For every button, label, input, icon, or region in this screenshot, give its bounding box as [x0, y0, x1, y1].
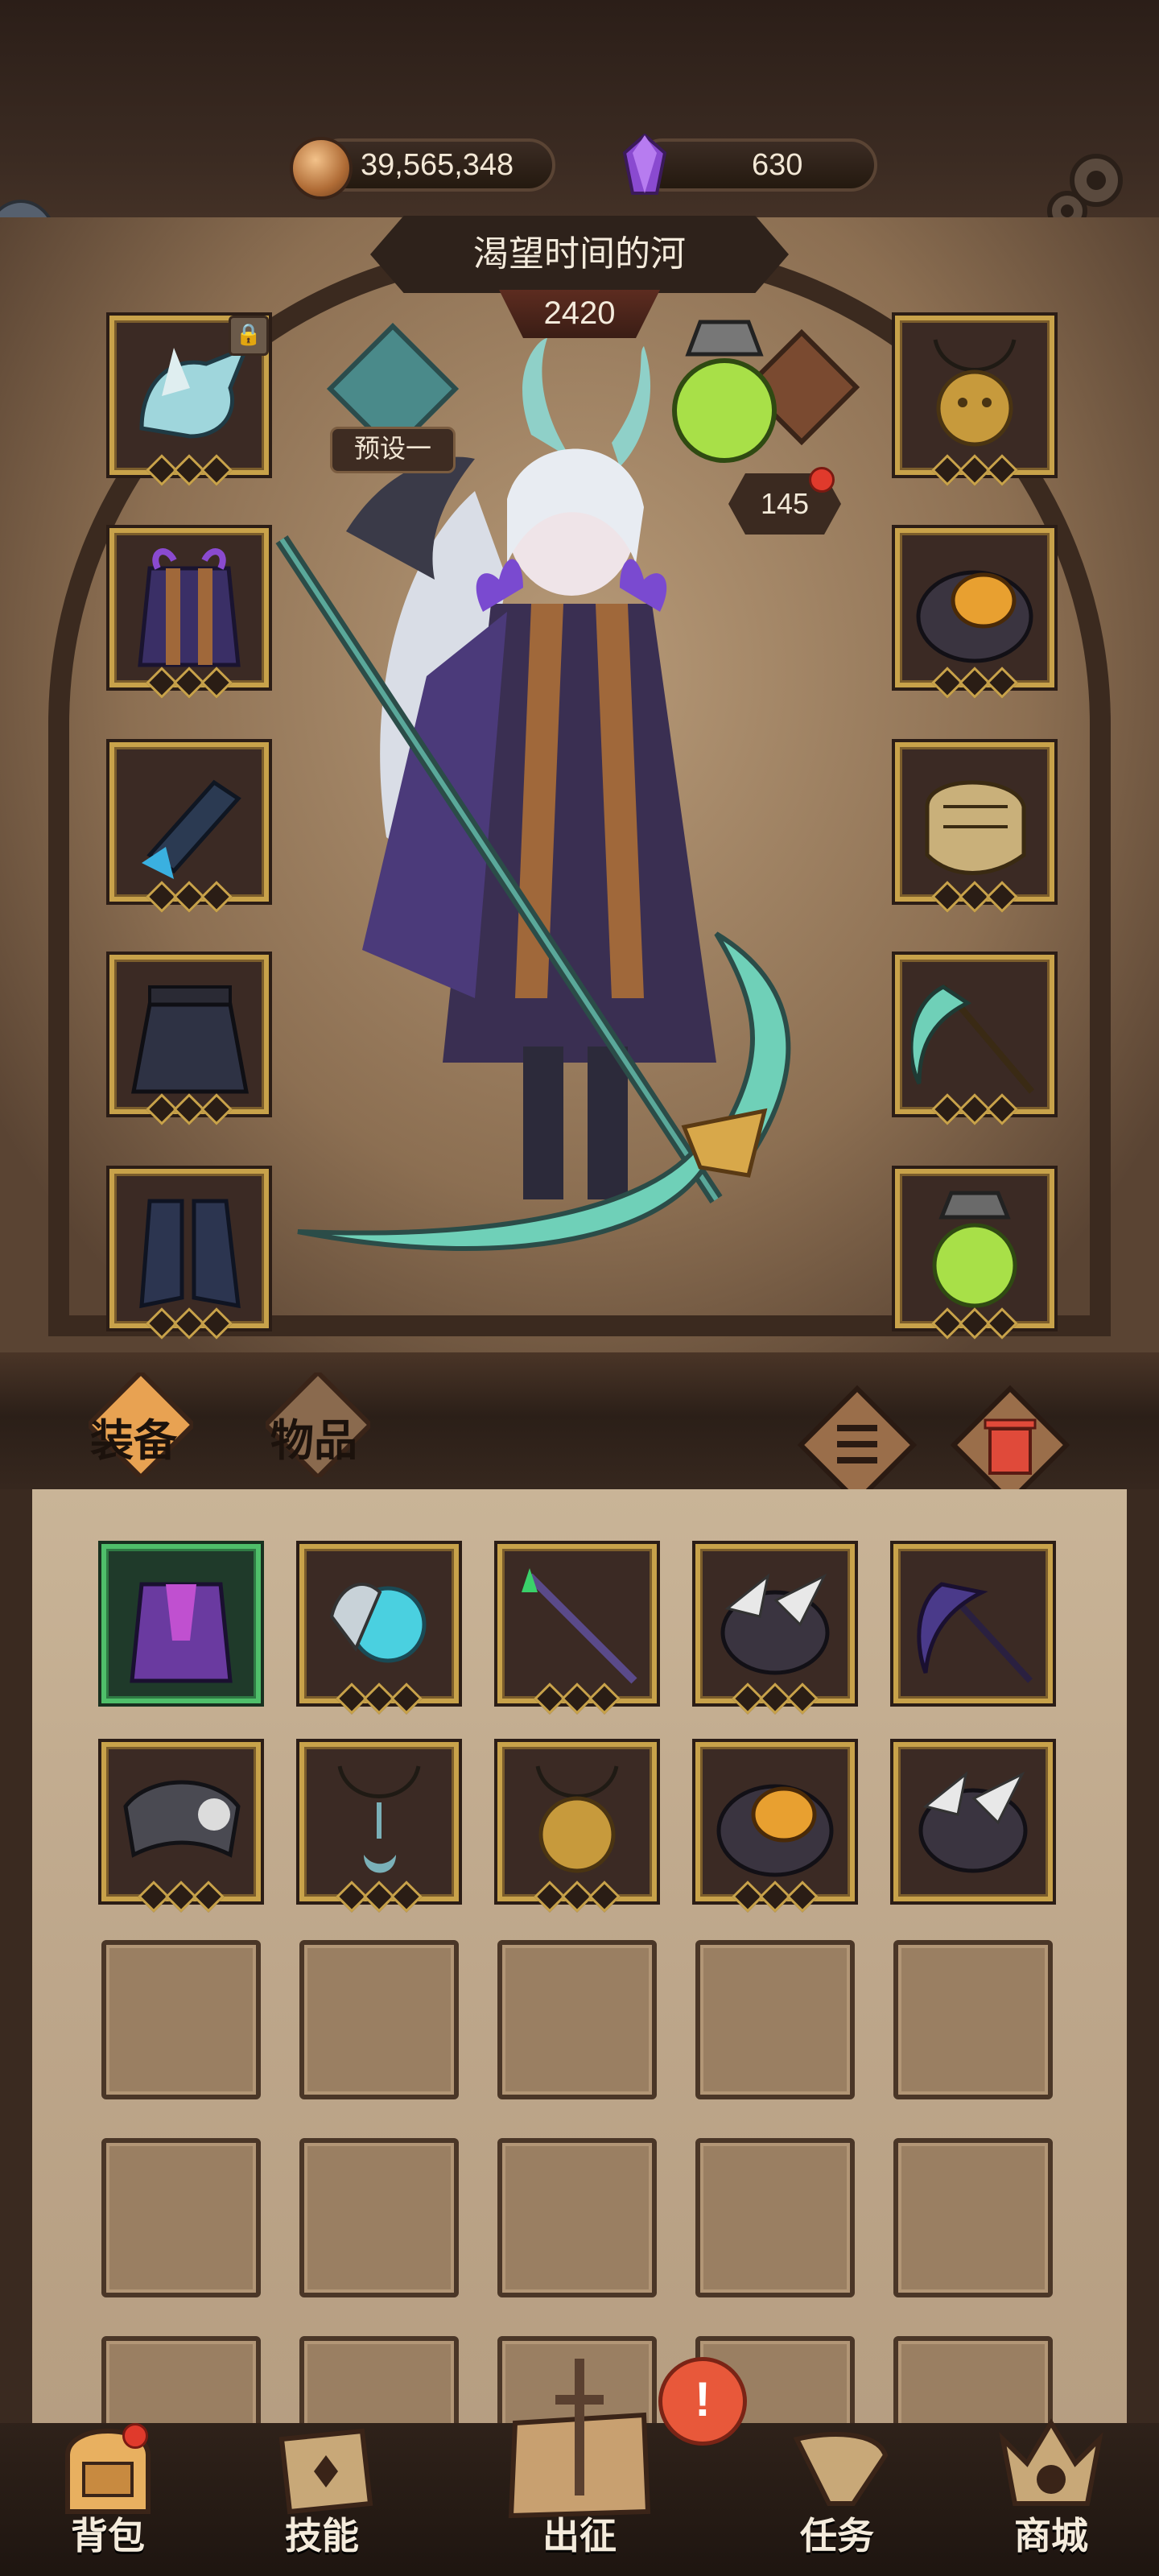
skill-book-icon — [278, 2428, 373, 2515]
inventory-slot[interactable] — [299, 1544, 459, 1715]
lion-necklace-icon — [535, 1765, 619, 1873]
coin-icon — [290, 137, 353, 200]
amber-ring-icon — [916, 570, 1033, 663]
nav-label-quests: 任务 — [800, 2515, 874, 2557]
backpack-icon — [65, 2429, 151, 2514]
inventory-slot-empty[interactable] — [497, 1940, 657, 2099]
moon-pendant-icon — [337, 1765, 421, 1873]
preset-label: 预设一 — [330, 427, 456, 473]
gem-counter[interactable]: 630 — [636, 138, 877, 192]
inventory-slot-empty[interactable] — [101, 1940, 261, 2099]
nav-label-shop: 商城 — [1014, 2515, 1088, 2557]
inventory-slot[interactable] — [101, 1742, 261, 1913]
equip-slot-gloves[interactable] — [109, 742, 269, 913]
hero-level: 145 — [760, 487, 810, 520]
trash-icon[interactable] — [950, 1385, 1070, 1505]
inventory-slot[interactable] — [893, 1544, 1053, 1703]
nav-label-backpack: 背包 — [71, 2515, 145, 2557]
gem-amount: 630 — [752, 148, 803, 182]
map-sword-icon — [508, 2359, 651, 2519]
equip-slot-armor[interactable] — [109, 528, 269, 699]
inventory-slot-empty[interactable] — [497, 2138, 657, 2297]
nav-label-skills: 技能 — [285, 2515, 359, 2557]
fist-gauntlet-icon — [925, 780, 1026, 875]
equip-slot-accessory[interactable] — [895, 1169, 1054, 1340]
inventory-slot-empty[interactable] — [893, 1940, 1053, 2099]
inventory-slot[interactable] — [101, 1544, 261, 1703]
skirt-icon — [130, 985, 250, 1094]
inventory-slot[interactable] — [497, 1544, 657, 1715]
inventory-slot-empty[interactable] — [299, 2138, 459, 2297]
feather-ring-icon — [720, 1573, 830, 1675]
nav-backpack[interactable]: 背包 — [27, 2407, 188, 2568]
inventory-slot[interactable] — [299, 1742, 459, 1913]
equip-slot-hands[interactable] — [895, 742, 1054, 913]
gauntlet-icon — [142, 779, 241, 879]
horn-icon — [793, 2432, 889, 2506]
spear-upgrade-icon — [522, 1568, 637, 1684]
inventory-slot[interactable] — [893, 1742, 1053, 1901]
shop-crown-icon — [999, 2418, 1103, 2506]
inventory-slot-empty[interactable] — [695, 2138, 855, 2297]
equip-slot-legs[interactable] — [109, 955, 269, 1125]
potion-flask-icon — [932, 1191, 1017, 1308]
scythe-icon — [911, 985, 1035, 1094]
inventory-slot[interactable] — [695, 1742, 855, 1913]
backpack-notification-dot — [122, 2423, 148, 2449]
dragon-orb-icon — [329, 1583, 427, 1663]
coin-amount: 39,565,348 — [361, 148, 514, 182]
nav-quests[interactable]: 任务 — [757, 2407, 918, 2568]
boots-icon — [139, 1199, 241, 1309]
equip-slot-weapon[interactable] — [895, 955, 1054, 1125]
equip-slot-necklace[interactable] — [895, 316, 1054, 486]
hero-power: 2420 — [499, 290, 660, 338]
nav-shop[interactable]: 商城 — [971, 2407, 1132, 2568]
robe-armor-icon — [138, 548, 241, 667]
level-notification-dot — [809, 467, 835, 493]
nav-label-expedition: 出征 — [542, 2515, 617, 2557]
tab-equipment[interactable]: 装备 — [90, 1405, 177, 1468]
dark-scythe-icon — [917, 1582, 1033, 1683]
inventory-slot-empty[interactable] — [299, 1940, 459, 2099]
inventory-slot-empty[interactable] — [101, 2138, 261, 2297]
equip-slot-ring[interactable] — [895, 528, 1054, 699]
inventory-slot[interactable] — [695, 1544, 855, 1715]
hero-name: 渴望时间的河 — [473, 234, 686, 274]
hero-name-banner: 渴望时间的河 — [370, 216, 789, 293]
lock-icon: 🔒 — [229, 316, 269, 356]
nav-expedition[interactable]: 出征 — [499, 2351, 660, 2568]
purple-robe-icon — [130, 1582, 233, 1683]
hero-power-value: 2420 — [543, 295, 616, 331]
alert-badge-icon[interactable]: ! — [658, 2357, 747, 2446]
gem-icon — [622, 134, 667, 195]
feather-ring-icon — [918, 1771, 1028, 1873]
lion-necklace-icon — [933, 339, 1017, 447]
equip-slot-boots[interactable] — [109, 1169, 269, 1340]
sort-list-icon[interactable] — [797, 1385, 918, 1505]
inventory-slot-empty[interactable] — [695, 1940, 855, 2099]
hero-potion-icon[interactable] — [660, 314, 789, 475]
tab-items[interactable]: 物品 — [270, 1405, 357, 1468]
inventory-slot[interactable] — [497, 1742, 657, 1913]
skull-belt-icon — [123, 1780, 241, 1858]
equip-slot-helmet[interactable]: 🔒 — [109, 316, 269, 486]
inventory-slot-empty[interactable] — [893, 2138, 1053, 2297]
amber-ring-icon — [716, 1784, 834, 1877]
nav-skills[interactable]: 技能 — [241, 2407, 402, 2568]
